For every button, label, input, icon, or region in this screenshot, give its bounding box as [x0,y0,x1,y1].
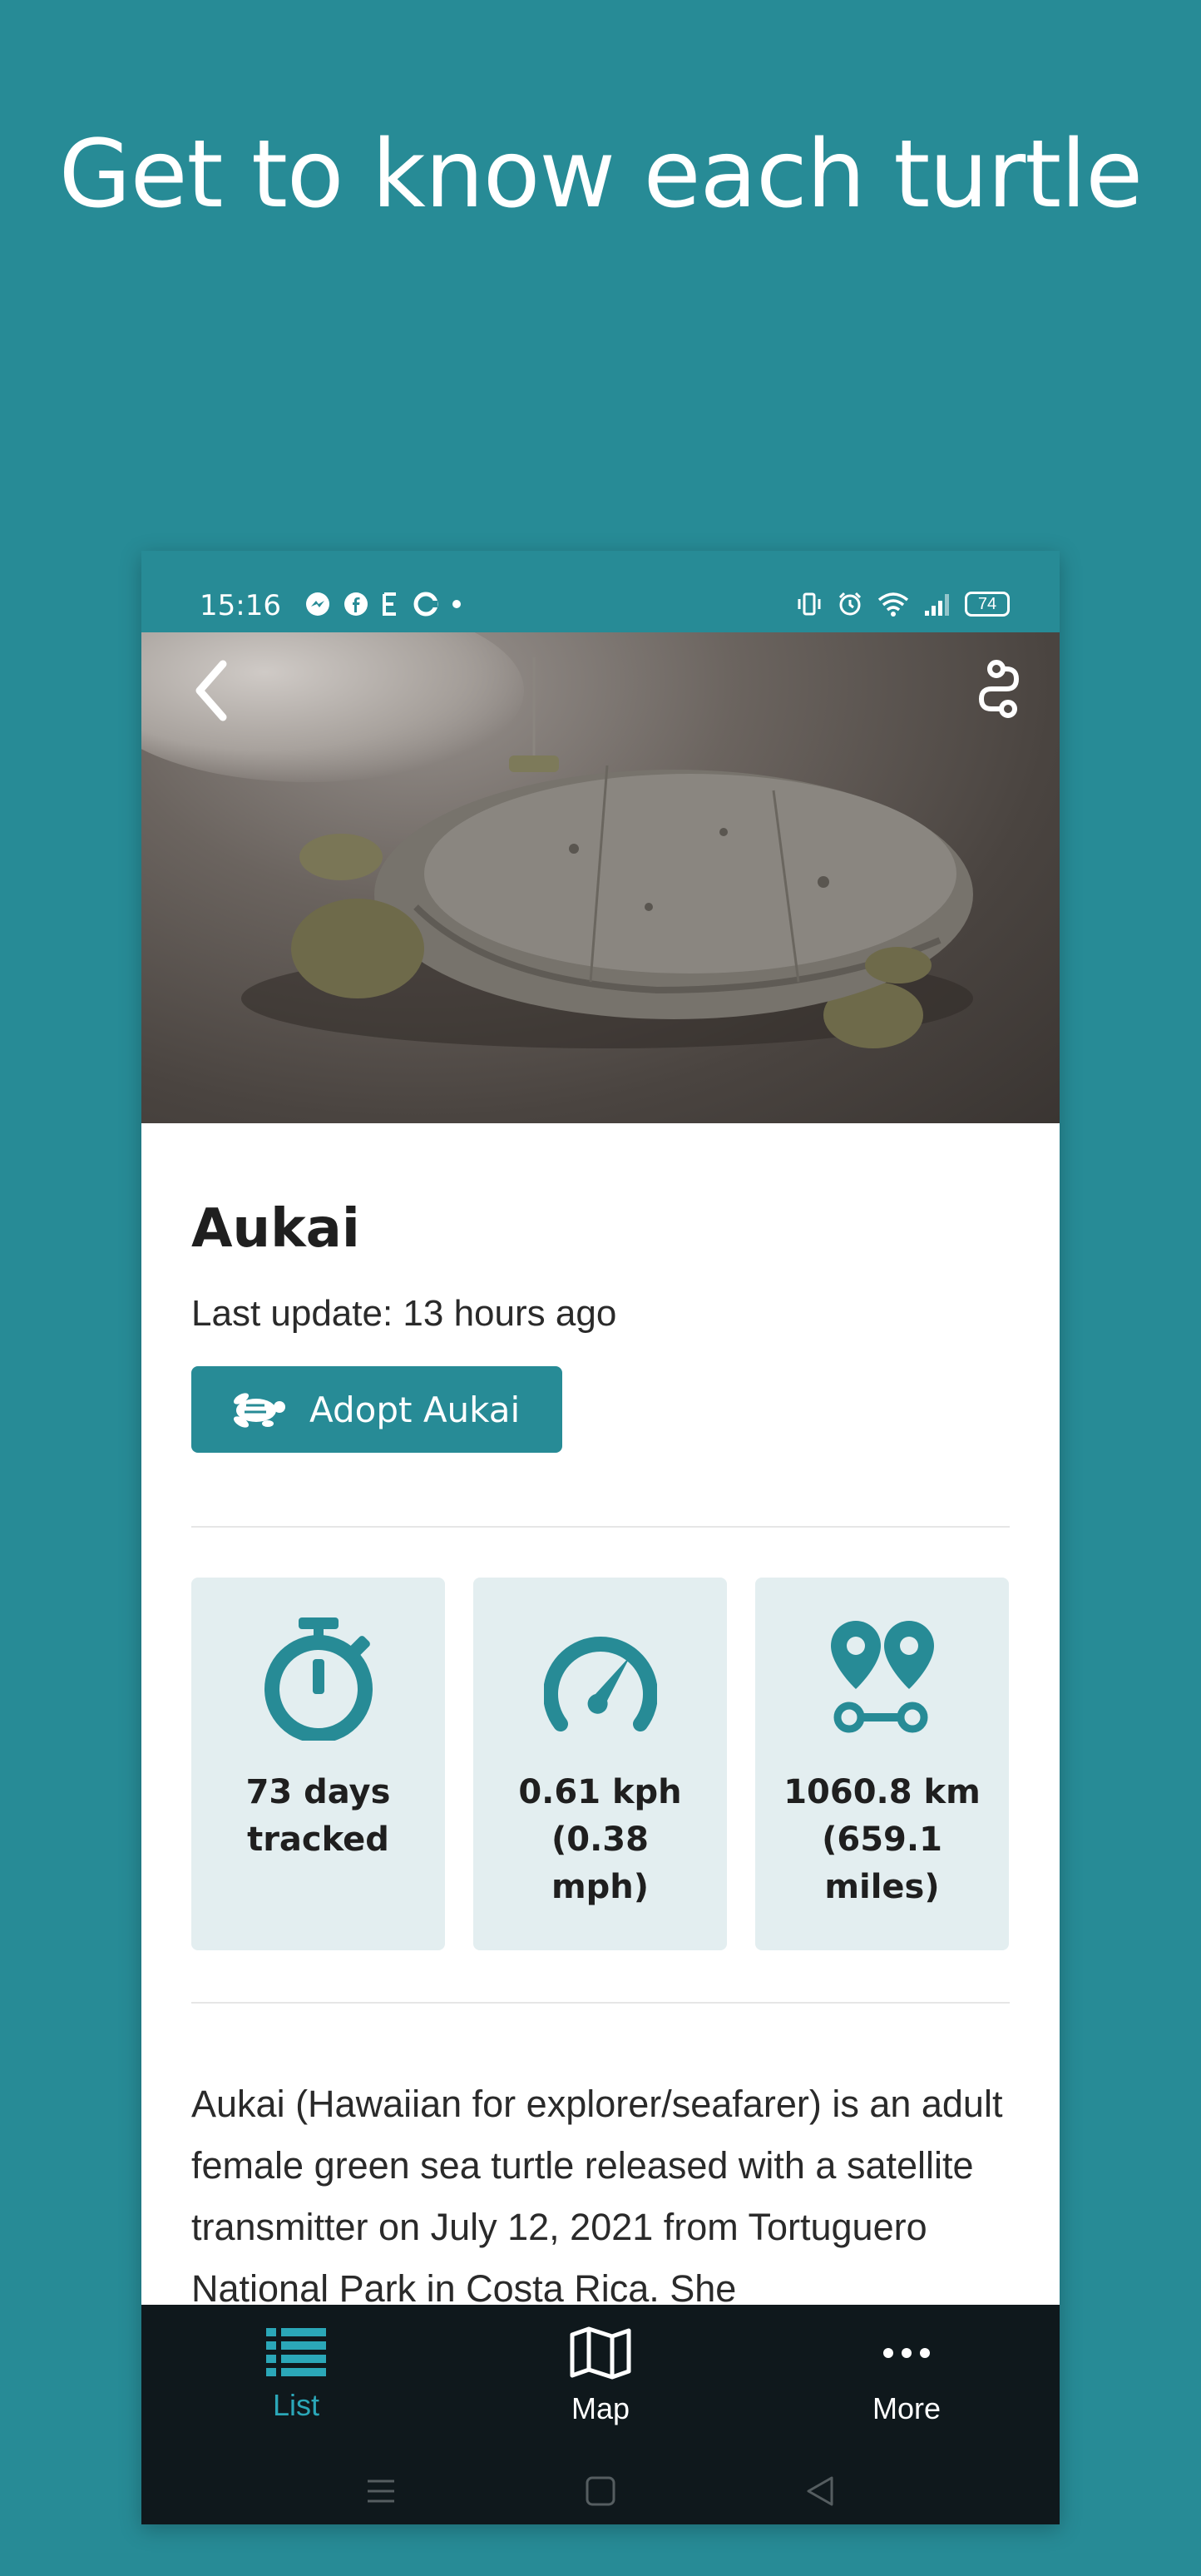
system-navigation [141,2471,1060,2513]
turtle-illustration [241,657,973,1048]
divider [191,1526,1010,1528]
vibrate-icon [798,592,821,616]
more-icon [883,2348,930,2358]
notification-icons [304,591,462,617]
bottom-navigation: List Map More [141,2305,1060,2524]
stopwatch-icon [264,1617,373,1741]
turtle-details: Aukai Last update: 13 hours ago Adopt Au… [191,1123,1010,2320]
distance-pins-icon [830,1621,934,1733]
dot-icon [452,600,461,608]
back-button[interactable] [186,657,236,724]
stat-days-text: 73 days tracked [245,1773,391,1859]
recents-icon[interactable] [364,2474,398,2508]
nav-list-label: List [272,2388,320,2422]
stat-speed: 0.61 kph (0.38 mph) [473,1578,727,1950]
turtle-description: Aukai (Hawaiian for explorer/seafarer) i… [191,2083,1003,2310]
system-icons: 74 [795,591,1010,617]
nav-list-tab[interactable]: List [196,2326,396,2423]
nav-more-tab[interactable]: More [807,2326,1006,2426]
map-icon [570,2326,631,2380]
list-icon [266,2328,326,2376]
nav-map-label: Map [571,2391,630,2425]
stat-distance-text: 1060.8 km (659.1 miles) [783,1773,981,1906]
facebook-icon [344,592,368,616]
adopt-button[interactable]: Adopt Aukai [191,1366,562,1453]
route-icon[interactable] [973,654,1026,721]
adopt-label: Adopt Aukai [309,1389,521,1430]
divider [191,2002,1010,2004]
messenger-icon [306,592,329,616]
status-time: 15:16 [200,589,281,622]
e-app-icon [383,592,396,616]
stat-distance: 1060.8 km (659.1 miles) [755,1578,1009,1950]
stat-days-tracked: 73 days tracked [191,1578,445,1950]
phone-screen: 15:16 74 Aukai Last update: 13 hours ago… [141,551,1060,2524]
battery-level: 74 [977,594,997,613]
turtle-photo [141,632,1060,1123]
stat-speed-text: 0.61 kph (0.38 mph) [518,1773,682,1906]
speedometer-icon [543,1637,657,1731]
status-bar: 15:16 74 [141,551,1060,632]
nav-more-label: More [872,2391,942,2425]
turtle-icon [233,1393,285,1428]
alarm-icon [838,592,862,616]
battery-icon: 74 [965,592,1010,617]
wifi-icon [877,592,909,617]
promo-headline: Get to know each turtle [58,121,1143,229]
stats-row: 73 days tracked 0.61 kph (0.38 mph) 1060… [191,1578,1010,1950]
turtle-name: Aukai [191,1198,360,1260]
c-app-icon [413,592,438,617]
system-back-icon[interactable] [803,2474,837,2508]
signal-icon [925,594,949,616]
nav-map-tab[interactable]: Map [501,2326,700,2426]
last-update: Last update: 13 hours ago [191,1293,617,1334]
home-icon[interactable] [584,2474,617,2508]
